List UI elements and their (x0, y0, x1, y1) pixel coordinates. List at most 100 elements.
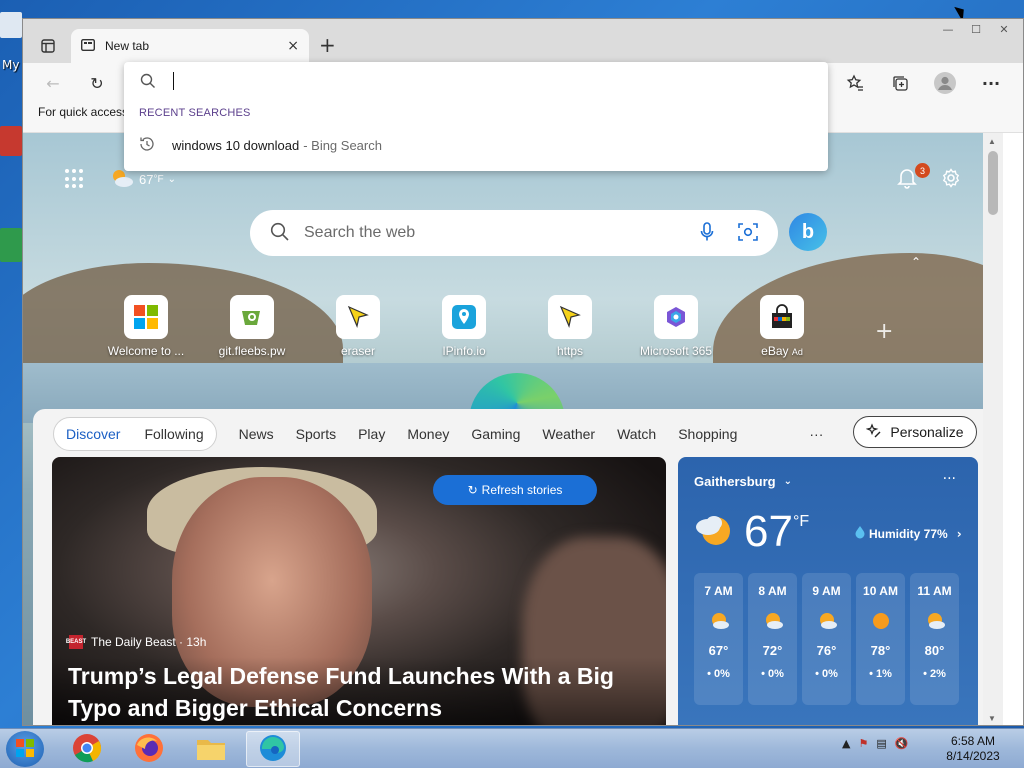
search-icon (140, 73, 156, 92)
quick-link[interactable]: Microsoft 365 (623, 295, 729, 358)
m365-icon (654, 295, 698, 339)
chrome-icon (72, 733, 102, 766)
minimize-button[interactable]: — (935, 21, 961, 37)
quick-link[interactable]: eraser (305, 295, 411, 358)
notification-bell-icon[interactable] (897, 167, 917, 192)
humidity[interactable]: Humidity 77% › (854, 525, 962, 542)
network-icon[interactable]: ▤ (876, 737, 886, 750)
hero-story-card[interactable]: ↻ Refresh stories BEAST The Daily Beast … (52, 457, 666, 725)
tab-shopping[interactable]: Shopping (678, 426, 737, 442)
tab-watch[interactable]: Watch (617, 426, 656, 442)
tab-money[interactable]: Money (407, 426, 449, 442)
file-explorer-icon (195, 734, 227, 765)
visual-search-icon[interactable] (738, 222, 758, 245)
add-shortcut-icon[interactable]: + (875, 319, 893, 344)
scroll-up-icon[interactable]: ▲ (988, 137, 996, 146)
taskbar-firefox[interactable] (122, 731, 176, 767)
refresh-stories-label: Refresh stories (481, 483, 563, 497)
tab-new-tab[interactable]: New tab × (71, 29, 309, 63)
address-input[interactable] (173, 72, 174, 90)
quick-link[interactable]: https (517, 295, 623, 358)
quick-link[interactable]: eBay Ad (729, 295, 835, 358)
scroll-thumb[interactable] (988, 151, 998, 215)
hour-temp: 78° (870, 643, 891, 658)
shopping-bag-icon (760, 295, 804, 339)
collections-icon[interactable] (888, 71, 912, 95)
app-launcher-icon[interactable] (65, 169, 85, 189)
partly-cloudy-icon (816, 610, 838, 632)
edge-icon (258, 733, 288, 766)
desktop-icon[interactable] (0, 12, 22, 38)
action-center-icon[interactable]: ⚑ (858, 737, 868, 750)
droplet-icon: • (707, 668, 711, 680)
tab-weather[interactable]: Weather (542, 426, 595, 442)
hour-precip: • 0% (761, 668, 784, 680)
taskbar-edge[interactable] (246, 731, 300, 767)
volume-muted-icon[interactable]: 🔇 (895, 737, 909, 750)
taskbar-file-explorer[interactable] (184, 731, 238, 767)
hour-forecast[interactable]: 8 AM 72° • 0% (748, 573, 797, 705)
weather-mini-unit: °F (153, 174, 164, 185)
chevron-up-icon[interactable]: ⌃ (911, 255, 921, 269)
history-icon (138, 136, 156, 155)
tab-news[interactable]: News (239, 426, 274, 442)
quick-link-label: https (556, 344, 583, 358)
more-tabs-icon[interactable]: ··· (809, 426, 823, 442)
gear-icon[interactable] (941, 168, 961, 191)
hour-precip: • 1% (869, 668, 892, 680)
tab-sports[interactable]: Sports (296, 426, 336, 442)
start-button[interactable] (6, 731, 44, 767)
recent-search-query: windows 10 download (172, 137, 300, 153)
refresh-stories-button[interactable]: ↻ Refresh stories (433, 475, 597, 505)
temp-unit: °F (792, 513, 810, 530)
hour-forecast[interactable]: 11 AM 80° • 2% (910, 573, 959, 705)
recent-searches-heading: RECENT SEARCHES (139, 107, 251, 119)
web-search-box[interactable]: Search the web (250, 210, 778, 256)
recent-search-source: - Bing Search (303, 137, 382, 153)
close-window-button[interactable]: ✕ (991, 21, 1017, 37)
weather-location[interactable]: Gaithersburg ⌄ (694, 474, 792, 489)
show-hidden-icons-icon[interactable]: ▲ (842, 737, 850, 750)
tab-strip: New tab × + — ☐ ✕ (23, 19, 1023, 63)
quick-link[interactable]: Welcome to ... (93, 295, 199, 358)
desktop-icon[interactable] (0, 228, 22, 262)
sunny-icon (870, 610, 892, 632)
more-options-icon[interactable]: ··· (943, 471, 956, 487)
tab-actions-icon[interactable] (35, 33, 61, 59)
quick-link[interactable]: git.fleebs.pw (199, 295, 305, 358)
story-headline[interactable]: Trump’s Legal Defense Fund Launches With… (68, 660, 638, 724)
favorites-icon[interactable] (843, 71, 867, 95)
hour-forecast[interactable]: 7 AM 67° • 0% (694, 573, 743, 705)
weather-mini-temp: 67 (139, 172, 154, 187)
new-tab-button[interactable]: + (319, 34, 336, 56)
bing-chat-icon[interactable]: b (789, 213, 827, 251)
tab-close-icon[interactable]: × (287, 38, 299, 54)
story-source-text: The Daily Beast · 13h (91, 635, 207, 649)
page-scrollbar[interactable]: ▲ ▼ (983, 133, 1003, 725)
system-tray: ▲ ⚑ ▤ 🔇 (842, 737, 908, 750)
quick-link[interactable]: IPinfo.io (411, 295, 517, 358)
tab-play[interactable]: Play (358, 426, 385, 442)
weather-card[interactable]: Gaithersburg ⌄ ··· 67 °F Humidity 77% › … (678, 457, 978, 725)
maximize-button[interactable]: ☐ (963, 21, 989, 37)
recent-search-item[interactable]: windows 10 download - Bing Search (124, 128, 828, 162)
hour-forecast[interactable]: 10 AM 78° • 1% (856, 573, 905, 705)
tab-gaming[interactable]: Gaming (471, 426, 520, 442)
hour-forecast[interactable]: 9 AM 76° • 0% (802, 573, 851, 705)
personalize-button[interactable]: Personalize (853, 416, 977, 448)
story-source: BEAST The Daily Beast · 13h (66, 635, 207, 649)
refresh-icon[interactable]: ↻ (85, 71, 109, 95)
desktop-icon[interactable] (0, 126, 22, 156)
profile-avatar[interactable] (933, 71, 957, 95)
droplet-icon: • (869, 668, 873, 680)
droplet-icon (854, 525, 866, 542)
more-options-icon[interactable]: ··· (979, 71, 1003, 95)
taskbar-clock[interactable]: 6:58 AM 8/14/2023 (942, 734, 1004, 764)
tab-discover[interactable]: Discover (66, 426, 120, 442)
back-icon[interactable]: ← (41, 71, 65, 95)
microphone-icon[interactable] (700, 221, 714, 245)
taskbar-chrome[interactable] (60, 731, 114, 767)
scroll-down-icon[interactable]: ▼ (988, 714, 996, 723)
tab-following[interactable]: Following (144, 426, 203, 442)
chevron-down-icon: ⌄ (783, 476, 793, 487)
